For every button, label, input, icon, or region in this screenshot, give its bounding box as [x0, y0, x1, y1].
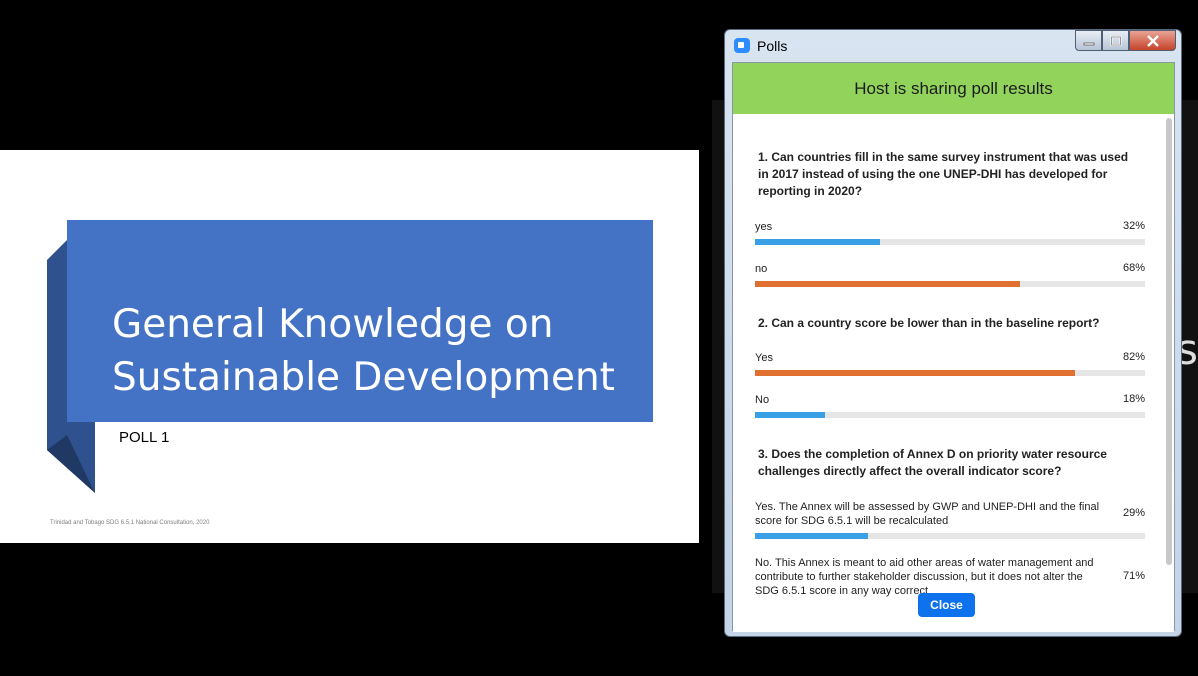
question-1: 1. Can countries fill in the same survey…	[758, 150, 1129, 198]
minimize-icon	[1083, 42, 1094, 45]
polls-client-area: Host is sharing poll results 1. Can coun…	[732, 62, 1175, 632]
maximize-icon	[1110, 35, 1121, 46]
option-label: no	[755, 263, 768, 275]
window-controls	[1075, 30, 1176, 51]
maximize-button[interactable]	[1102, 30, 1129, 51]
zoom-app-icon	[734, 38, 750, 53]
result-bar	[755, 281, 1145, 287]
option-label: yes	[755, 221, 773, 233]
result-bar	[755, 412, 1145, 418]
poll-results-banner: Host is sharing poll results	[733, 63, 1174, 114]
scrollbar[interactable]	[1166, 118, 1172, 565]
window-title: Polls	[757, 38, 788, 54]
option-label: Yes	[755, 352, 773, 364]
title-banner: General Knowledge on Sustainable Develop…	[67, 220, 653, 422]
option-label: Yes. The Annex will be assessed by GWP a…	[755, 501, 1100, 527]
close-icon	[1146, 34, 1159, 47]
slide-title: General Knowledge on Sustainable Develop…	[112, 298, 642, 404]
result-bar	[755, 370, 1145, 376]
slide-title-line-2: Sustainable Development	[112, 355, 615, 400]
slide-footer: Trinidad and Tobago SDG 6.5.1 National C…	[50, 520, 210, 526]
close-button[interactable]: Close	[918, 593, 975, 617]
result-bar-fill	[755, 412, 826, 418]
poll-results-list[interactable]: 1. Can countries fill in the same survey…	[733, 114, 1174, 611]
slide-title-line-1: General Knowledge on	[112, 302, 554, 347]
polls-window: Polls Host is sharing poll results 1. Ca…	[724, 29, 1182, 637]
minimize-button[interactable]	[1075, 30, 1102, 51]
result-bar	[755, 533, 1145, 539]
option-percent: 82%	[1122, 351, 1145, 363]
option-percent: 71%	[1122, 570, 1145, 582]
result-bar-fill	[755, 281, 1021, 287]
result-bar	[755, 239, 1145, 245]
presentation-slide: General Knowledge on Sustainable Develop…	[0, 150, 699, 543]
option-percent: 29%	[1122, 507, 1145, 519]
close-window-button[interactable]	[1129, 30, 1176, 51]
title-bar[interactable]: Polls	[725, 30, 1181, 61]
option-label: No. This Annex is meant to aid other are…	[755, 557, 1094, 597]
question-3: 3. Does the completion of Annex D on pri…	[758, 447, 1107, 478]
question-2: 2. Can a country score be lower than in …	[758, 316, 1100, 330]
option-percent: 32%	[1122, 220, 1145, 232]
result-bar-fill	[755, 370, 1075, 376]
result-bar-fill	[755, 533, 869, 539]
result-bar-fill	[755, 239, 880, 245]
option-percent: 68%	[1122, 262, 1145, 274]
poll-label: POLL 1	[119, 429, 170, 446]
option-label: No	[755, 394, 770, 406]
option-percent: 18%	[1122, 393, 1145, 405]
